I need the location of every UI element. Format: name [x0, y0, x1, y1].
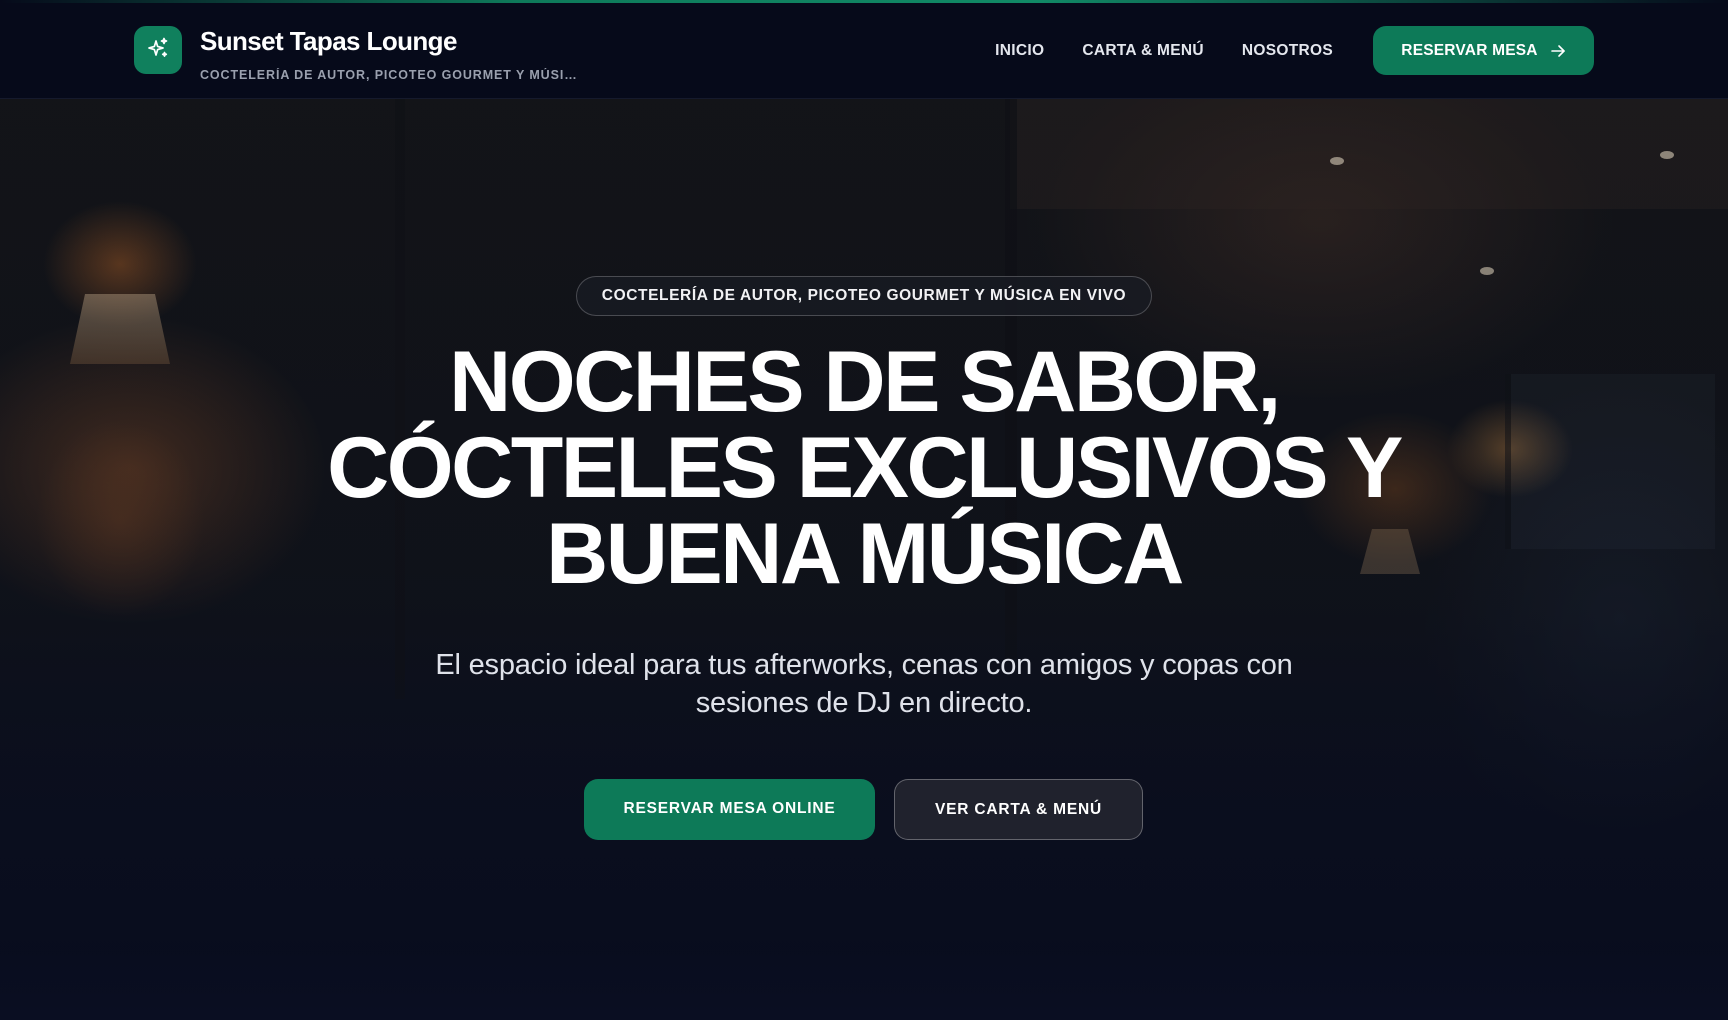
sparkles-icon — [146, 36, 170, 65]
brand-text: Sunset Tapas Lounge COCTELERÍA DE AUTOR,… — [200, 26, 585, 82]
brand[interactable]: Sunset Tapas Lounge COCTELERÍA DE AUTOR,… — [134, 26, 585, 82]
reservar-mesa-label: RESERVAR MESA — [1401, 41, 1538, 59]
main-nav: INICIO CARTA & MENÚ NOSOTROS RESERVAR ME… — [995, 26, 1594, 75]
brand-subtitle: COCTELERÍA DE AUTOR, PICOTEO GOURMET Y M… — [200, 68, 585, 82]
hero-badge: COCTELERÍA DE AUTOR, PICOTEO GOURMET Y M… — [576, 276, 1152, 316]
nav-link-carta-menu[interactable]: CARTA & MENÚ — [1082, 27, 1204, 75]
hero-headline: NOCHES DE SABOR, CÓCTELES EXCLUSIVOS Y B… — [0, 339, 1728, 597]
hero-content: COCTELERÍA DE AUTOR, PICOTEO GOURMET Y M… — [0, 99, 1728, 1020]
nav-link-nosotros[interactable]: NOSOTROS — [1242, 27, 1333, 75]
nav-link-inicio[interactable]: INICIO — [995, 27, 1044, 75]
arrow-right-icon — [1550, 43, 1566, 59]
reservar-mesa-online-button[interactable]: RESERVAR MESA ONLINE — [584, 779, 875, 840]
header-accent-line — [0, 0, 1728, 3]
brand-logo-badge — [134, 26, 182, 74]
site-header: Sunset Tapas Lounge COCTELERÍA DE AUTOR,… — [0, 0, 1728, 99]
hero-description: El espacio ideal para tus afterworks, ce… — [435, 649, 1293, 719]
reservar-mesa-button[interactable]: RESERVAR MESA — [1373, 26, 1594, 75]
hero-headline-line: CÓCTELES EXCLUSIVOS Y — [327, 420, 1403, 516]
ver-carta-menu-button[interactable]: VER CARTA & MENÚ — [894, 779, 1143, 840]
hero-headline-line: BUENA MÚSICA — [546, 506, 1184, 602]
hero-headline-line: NOCHES DE SABOR, — [449, 334, 1281, 430]
hero-section: COCTELERÍA DE AUTOR, PICOTEO GOURMET Y M… — [0, 99, 1728, 1020]
page: Sunset Tapas Lounge COCTELERÍA DE AUTOR,… — [0, 0, 1728, 1020]
brand-title: Sunset Tapas Lounge — [200, 26, 457, 56]
